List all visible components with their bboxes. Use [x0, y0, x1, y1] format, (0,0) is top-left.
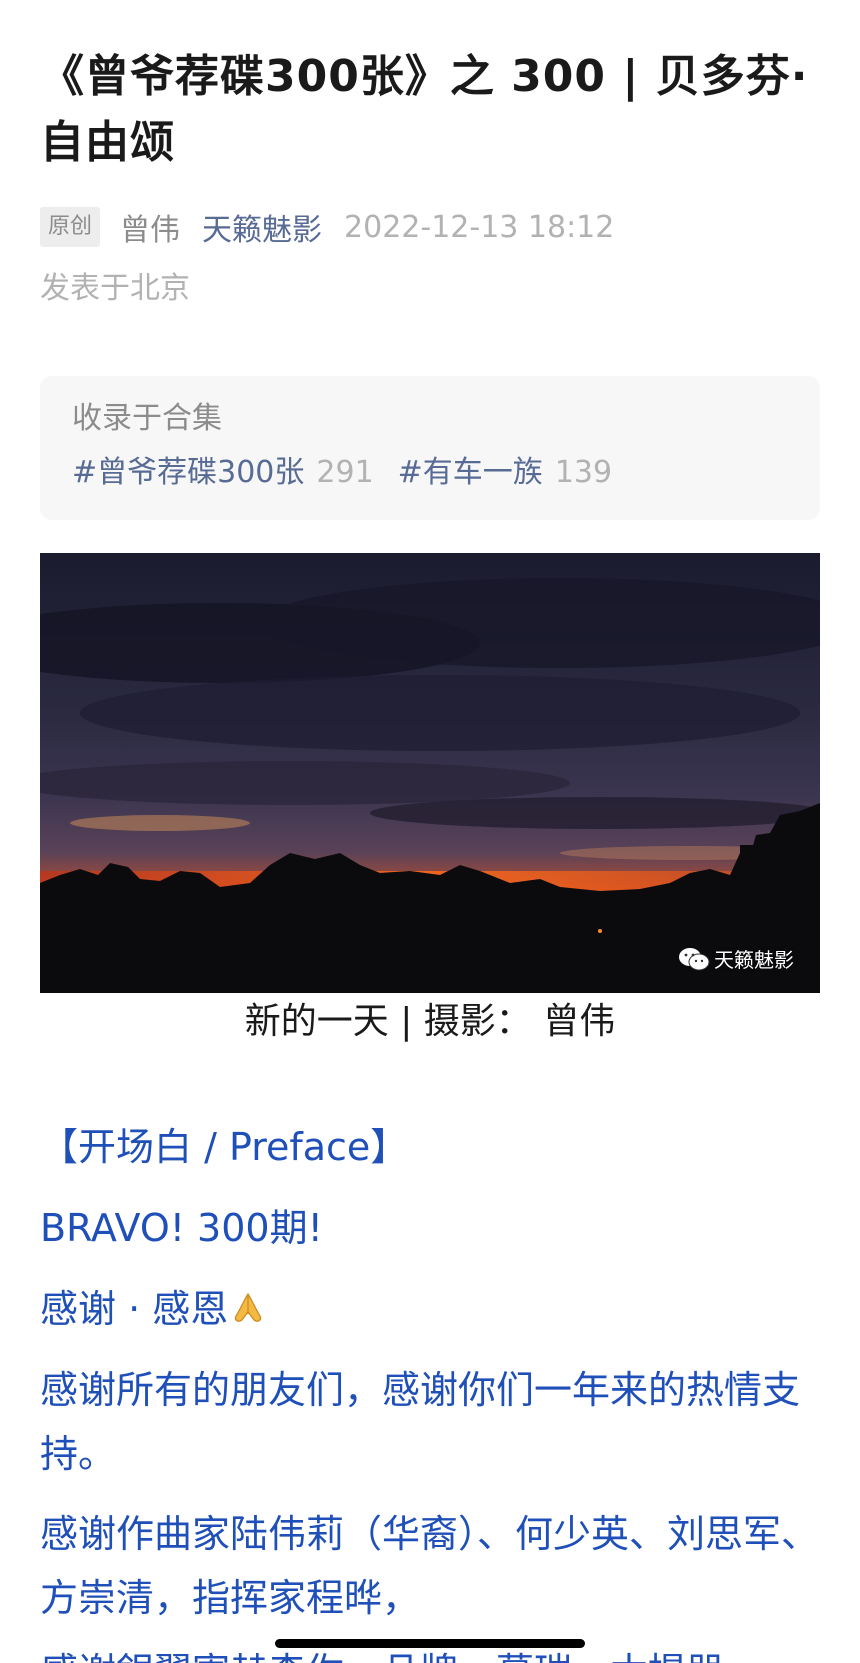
watermark-text: 天籁魅影: [714, 948, 794, 972]
photo-watermark: 天籁魅影: [678, 944, 794, 973]
pray-emoji-icon: [235, 1292, 262, 1322]
friends-paragraph: 感谢所有的朋友们，感谢你们一年来的热情支持。: [40, 1368, 801, 1476]
thanks-text: 感谢 · 感恩: [40, 1287, 229, 1331]
collection-label: 收录于合集: [72, 401, 222, 436]
collection-tag[interactable]: #曾爷荐碟300张 291: [72, 452, 374, 494]
article-page: 《曾爷荐碟300张》之 300 | 贝多芬·自由颂 原创 曾伟 天籁魅影 202…: [0, 0, 860, 1663]
tag-count: 139: [554, 455, 613, 490]
tag-name: #有车一族: [397, 455, 543, 490]
author-name: 曾伟: [120, 213, 181, 248]
home-indicator[interactable]: [275, 1639, 585, 1648]
publish-time: 2022-12-13 18:12: [344, 209, 615, 245]
collection-tag[interactable]: #有车一族 139: [398, 452, 612, 494]
original-badge: 原创: [40, 207, 101, 247]
thanks-line: 感谢 · 感恩: [40, 1277, 830, 1341]
publish-location: 发表于北京: [40, 271, 190, 306]
tag-name: #曾爷荐碟300张: [72, 455, 305, 490]
composer-paragraph: 感谢作曲家陆伟莉（华裔）、何少英、刘思军、方崇清，指挥家程晔，: [40, 1512, 820, 1620]
sunset-image: [40, 553, 820, 993]
article-meta: 原创 曾伟 天籁魅影 2022-12-13 18:12: [40, 205, 614, 249]
photo-caption: 新的一天 | 摄影： 曾伟: [244, 1001, 616, 1042]
tag-count: 291: [316, 455, 374, 490]
bravo-line: BRAVO! 300期!: [40, 1206, 323, 1250]
article-title: 《曾爷荐碟300张》之 300 | 贝多芬·自由颂: [40, 51, 809, 168]
wechat-icon: [679, 947, 710, 970]
account-link[interactable]: 天籁魅影: [202, 205, 322, 249]
collection-box: 收录于合集 #曾爷荐碟300张 291 #有车一族 139: [40, 376, 820, 520]
preface-heading: 【开场白 / Preface】: [40, 1125, 409, 1169]
sunset-photo[interactable]: 天籁魅影: [40, 553, 820, 993]
collection-tags: #曾爷荐碟300张 291 #有车一族 139: [72, 452, 636, 494]
